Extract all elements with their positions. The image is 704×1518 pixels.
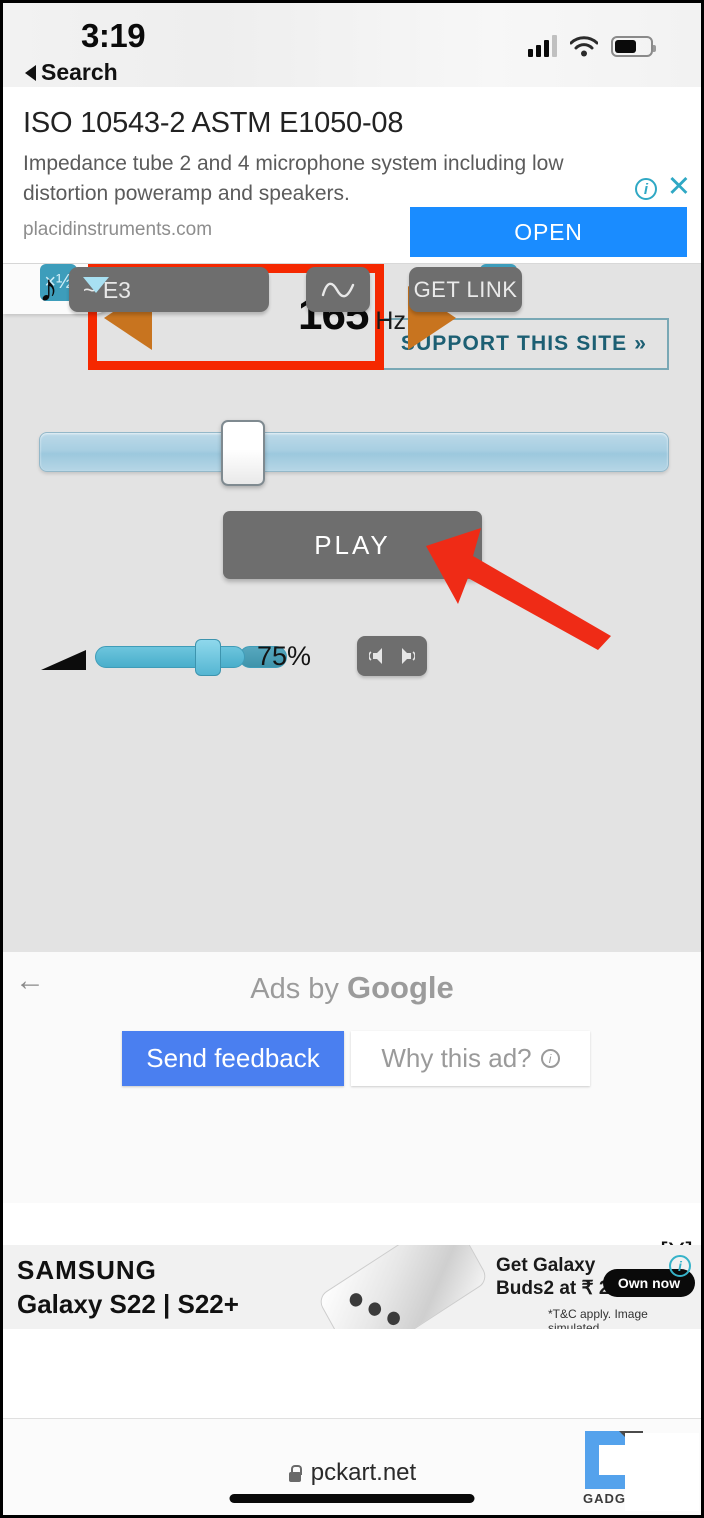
ad-title: ISO 10543-2 ASTM E1050-08 xyxy=(23,107,404,139)
ad-close-icon[interactable]: ✕ xyxy=(667,173,691,202)
frequency-slider[interactable] xyxy=(39,420,669,486)
get-link-button[interactable]: GET LINK xyxy=(409,267,522,312)
home-indicator[interactable] xyxy=(229,1494,475,1503)
google-ads-footer: ← Ads by Google Send feedback Why this a… xyxy=(3,952,701,1203)
ads-by-prefix: Ads by xyxy=(250,973,347,1005)
samsung-product: Galaxy S22 | S22+ xyxy=(17,1289,239,1319)
cellular-signal-icon xyxy=(528,35,557,57)
back-to-search-link[interactable]: Search xyxy=(25,59,118,86)
frequency-slider-knob[interactable] xyxy=(221,420,265,486)
battery-icon xyxy=(611,35,656,57)
gadget-watermark-logo: GADGET xyxy=(577,1431,699,1511)
volume-triangle-icon xyxy=(41,650,86,670)
why-this-ad-label: Why this ad? xyxy=(381,1043,532,1073)
volume-row: 75% xyxy=(3,632,701,682)
back-label: Search xyxy=(41,59,118,85)
status-clock: 3:19 xyxy=(81,17,146,54)
volume-track-filled[interactable] xyxy=(95,646,245,668)
waveform-button[interactable] xyxy=(306,267,370,312)
top-ad-banner[interactable]: i ✕ ISO 10543-2 ASTM E1050-08 Impedance … xyxy=(3,87,701,264)
send-feedback-button[interactable]: Send feedback xyxy=(122,1031,344,1086)
back-triangle-icon xyxy=(25,64,36,81)
stereo-speaker-icon[interactable] xyxy=(357,636,427,676)
volume-percent-label: 75% xyxy=(257,641,312,671)
samsung-ad-container: [X] SAMSUNG Galaxy S22 | S22+ Get Galaxy… xyxy=(3,1203,701,1403)
google-wordmark: Google xyxy=(346,970,454,1005)
music-note-icon: ♪ xyxy=(39,268,58,310)
volume-slider-knob[interactable] xyxy=(195,639,221,676)
samsung-disclaimer: *T&C apply. Image simulated. xyxy=(548,1307,648,1329)
browser-bottom-bar: pckart.net GADGET xyxy=(3,1418,701,1515)
why-this-ad-button[interactable]: Why this ad? i xyxy=(351,1031,590,1086)
samsung-brand: SAMSUNG xyxy=(17,1255,157,1285)
tone-generator-panel: SUPPORT THIS SITE » PLAY 75% 165 Hz ×½ ♪… xyxy=(3,264,701,952)
url-text: pckart.net xyxy=(310,1459,417,1486)
ads-by-google-label: Ads by Google xyxy=(3,970,701,1006)
status-icon-group xyxy=(528,35,656,57)
lock-icon xyxy=(288,1464,303,1482)
samsung-brand-block: SAMSUNG Galaxy S22 | S22+ xyxy=(17,1255,239,1320)
note-select[interactable]: ~ E3 xyxy=(69,267,269,312)
info-icon: i xyxy=(540,1049,560,1068)
sine-wave-icon xyxy=(321,282,355,297)
status-bar: 3:19 Search xyxy=(3,3,701,87)
ad-info-icon[interactable]: i xyxy=(669,1255,691,1277)
samsung-ad-banner[interactable]: SAMSUNG Galaxy S22 | S22+ Get Galaxy Bud… xyxy=(3,1245,701,1329)
phone-screenshot: 3:19 Search i ✕ ISO 10543-2 ASTM E1050-0… xyxy=(0,0,704,1518)
wifi-icon xyxy=(570,35,598,56)
ad-open-button[interactable]: OPEN xyxy=(410,207,687,257)
ad-description: Impedance tube 2 and 4 microphone system… xyxy=(23,152,564,205)
note-row: ♪ ~ E3 GET LINK xyxy=(3,264,701,320)
caret-down-icon xyxy=(83,277,109,293)
phone-product-image xyxy=(316,1245,490,1329)
play-button[interactable]: PLAY xyxy=(223,511,482,579)
ad-advertiser-url: placidinstruments.com xyxy=(23,219,213,240)
